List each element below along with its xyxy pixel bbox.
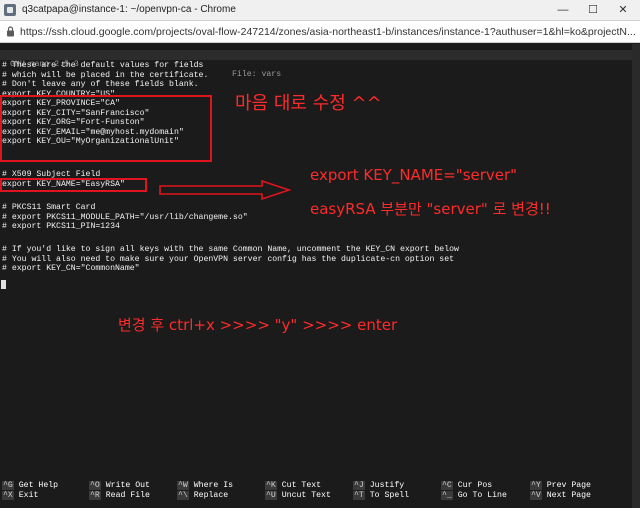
shortcut-key: ^X [2,491,14,500]
shortcut-key: ^V [530,491,542,500]
editor-line: # export PKCS11_PIN=1234 [2,222,120,231]
shortcut-key: ^C [441,481,453,490]
window-titlebar: q3catpapa@instance-1: ~/openvpn-ca - Chr… [0,0,640,21]
shortcut-label: Uncut Text [281,491,331,500]
url-text[interactable]: https://ssh.cloud.google.com/projects/ov… [20,26,636,38]
maximize-button[interactable]: ☐ [578,0,608,21]
arrow-icon [159,180,292,200]
shortcut-exit[interactable]: ^X Exit [2,491,38,501]
shortcut-cut-text[interactable]: ^K Cut Text [265,481,321,491]
editor-line: # PKCS11 Smart Card [2,203,96,212]
editor-line: # export KEY_CN="CommonName" [2,264,140,273]
annotation-keyname-line: export KEY_NAME="server" [310,166,518,184]
shortcut-label: To Spell [369,491,410,500]
shortcut-key: ^R [89,491,101,500]
shortcut-where-is[interactable]: ^W Where Is [177,481,233,491]
annotation-change-note: easyRSA 부분만 "server" 로 변경!! [310,200,551,218]
editor-line: # which will be placed in the certificat… [2,70,209,80]
shortcut-cur-pos[interactable]: ^C Cur Pos [441,481,492,491]
lock-icon [7,26,14,37]
shortcut-key: ^O [89,481,101,490]
shortcut-label: Write Out [105,481,150,490]
shortcut-justify[interactable]: ^J Justify [353,481,404,491]
shortcut-label: Cut Text [281,481,322,490]
annotation-edit-freely: 마음 대로 수정 ^^ [235,93,382,114]
shortcut-to-spell[interactable]: ^T To Spell [353,491,409,501]
annotation-box-keyname [0,178,147,192]
shortcut-label: Prev Page [546,481,591,490]
shortcut-label: Where Is [193,481,234,490]
shortcut-label: Get Help [18,481,59,490]
shortcut-key: ^_ [441,491,453,500]
app-icon [4,4,16,16]
shortcut-key: ^K [265,481,277,490]
text-cursor [1,280,6,289]
shortcut-label: Go To Line [457,491,507,500]
shortcut-label: Read File [105,491,150,500]
shortcut-label: Exit [18,491,39,500]
shortcut-key: ^Y [530,481,542,490]
shortcut-key: ^W [177,481,189,490]
annotation-save-note: 변경 후 ctrl+x >>>> "y" >>>> enter [118,316,398,334]
editor-line: # Don't leave any of these fields blank. [2,80,199,89]
shortcut-go-to-line[interactable]: ^_ Go To Line [441,491,507,501]
shortcut-write-out[interactable]: ^O Write Out [89,481,150,491]
shortcut-next-page[interactable]: ^V Next Page [530,491,591,501]
shortcut-get-help[interactable]: ^G Get Help [2,481,58,491]
shortcut-key: ^\ [177,491,189,500]
shortcut-key: ^J [353,481,365,490]
editor-line: # These are the default values for field… [2,61,204,70]
shortcut-read-file[interactable]: ^R Read File [89,491,150,501]
shortcut-label: Justify [369,481,405,490]
shortcut-label: Replace [193,491,229,500]
editor-line: # You will also need to make sure your O… [2,254,455,264]
nano-header: GNU nano 2.5.3 File: vars [0,50,632,79]
terminal-scrollbar[interactable] [632,44,640,508]
shortcut-key: ^G [2,481,14,490]
nano-filename: File: vars [232,70,282,79]
shortcut-uncut-text[interactable]: ^U Uncut Text [265,491,331,501]
annotation-box-fields [0,95,212,162]
shortcut-replace[interactable]: ^\ Replace [177,491,228,501]
shortcut-prev-page[interactable]: ^Y Prev Page [530,481,591,491]
shortcut-label: Next Page [546,491,591,500]
editor-line: # export PKCS11_MODULE_PATH="/usr/lib/ch… [2,212,248,222]
close-button[interactable]: ✕ [608,0,638,21]
shortcut-key: ^U [265,491,277,500]
minimize-button[interactable]: — [548,0,578,21]
address-bar[interactable]: https://ssh.cloud.google.com/projects/ov… [0,21,640,43]
window-title: q3catpapa@instance-1: ~/openvpn-ca - Chr… [22,4,236,15]
terminal[interactable]: GNU nano 2.5.3 File: vars # These are th… [0,44,640,508]
shortcut-key: ^T [353,491,365,500]
shortcut-label: Cur Pos [457,481,493,490]
editor-line: # If you'd like to sign all keys with th… [2,245,459,254]
